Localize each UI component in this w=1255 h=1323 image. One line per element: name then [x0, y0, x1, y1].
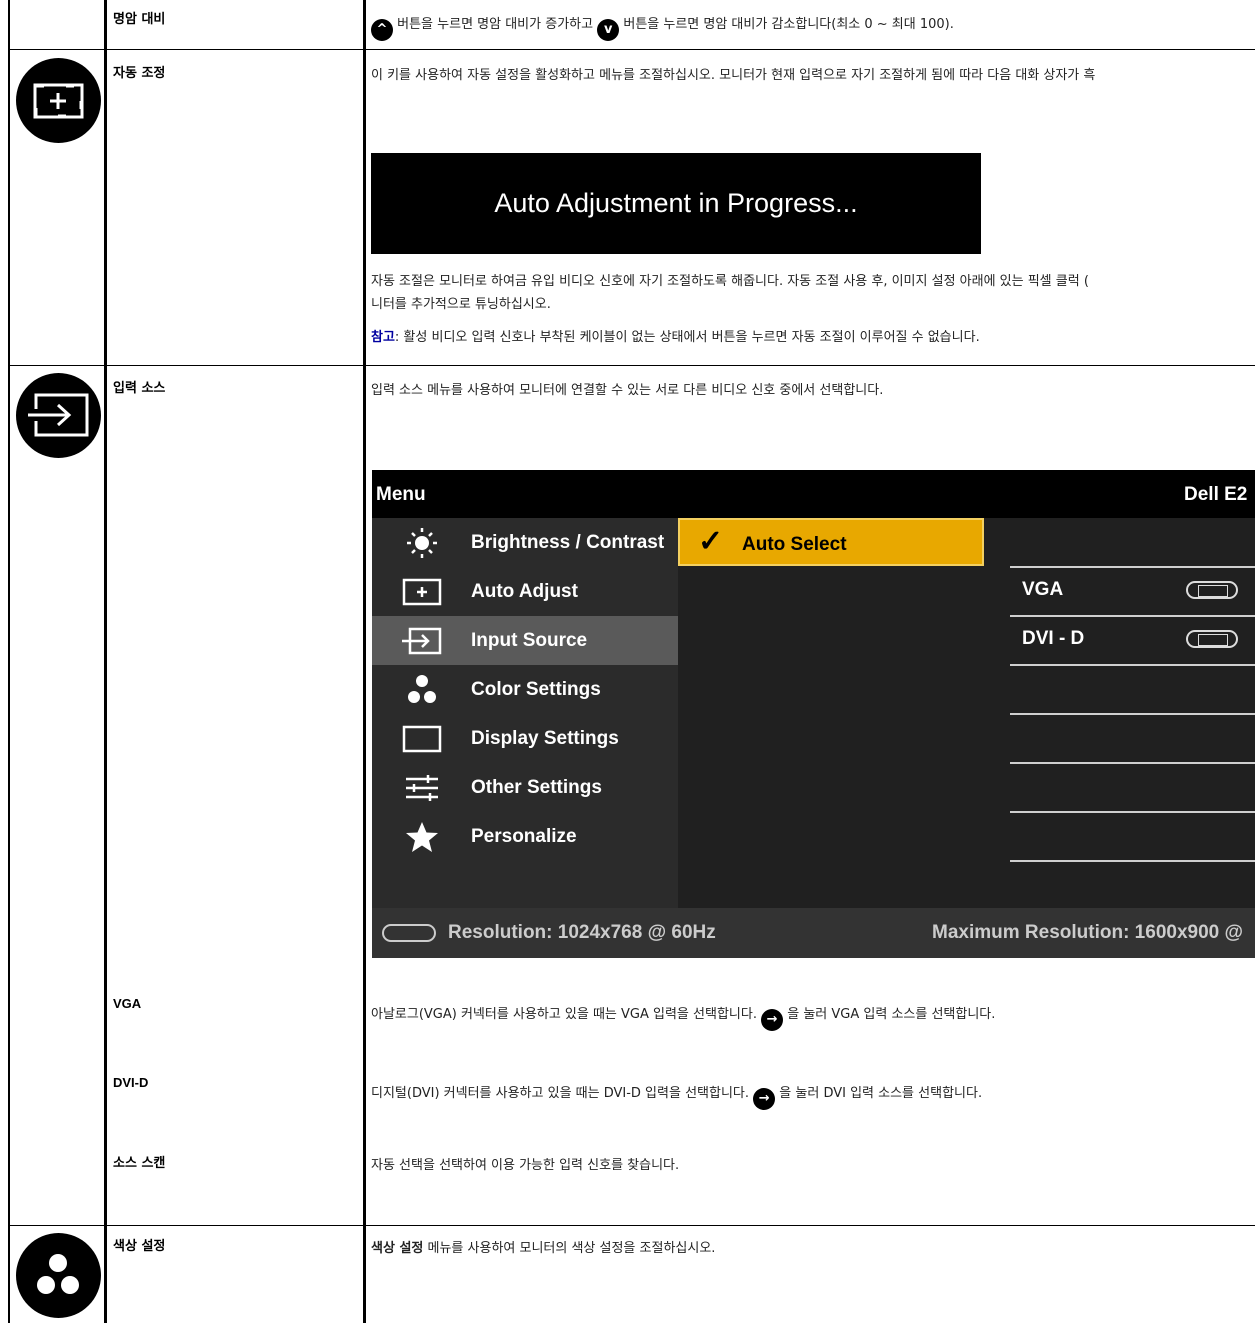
osd-menu-color-settings: Color Settings	[372, 665, 678, 714]
source-scan-label: 소스 스캔	[113, 1156, 166, 1171]
dvi-desc-part2: 을 눌러 DVI 입력 소스를 선택합니다.	[779, 1086, 983, 1101]
osd-menu-label: Other Settings	[471, 777, 602, 798]
color-settings-label: 색상 설정	[113, 1239, 166, 1254]
table-col-divider-2	[363, 0, 366, 1323]
osd-menu-label: Display Settings	[471, 728, 619, 749]
dvi-connector-icon	[1186, 630, 1238, 648]
osd-menu-other-settings: Other Settings	[372, 763, 678, 812]
right-arrow-icon: →	[761, 1009, 784, 1031]
osd-menu-list: Brightness / Contrast Auto Adjust Input …	[372, 518, 678, 908]
color-settings-description: 색상 설정 메뉴를 사용하여 모니터의 색상 설정을 조절하십시오.	[371, 1237, 715, 1256]
auto-adjust-icon	[16, 58, 101, 143]
osd-menu-label: Input Source	[471, 630, 588, 651]
osd-option-row	[1010, 812, 1255, 862]
osd-options-panel: VGA DVI - D	[678, 518, 1255, 908]
down-arrow-icon: v	[597, 19, 620, 41]
osd-option-row	[1010, 518, 1255, 568]
osd-footer: Resolution: 1024x768 @ 60Hz Maximum Reso…	[372, 908, 1255, 958]
row-divider	[9, 49, 1255, 50]
osd-option-vga: VGA	[1010, 567, 1255, 617]
table-left-border	[8, 0, 10, 1323]
osd-menu-brightness-contrast: Brightness / Contrast	[372, 518, 678, 567]
input-source-icon	[16, 373, 101, 458]
vga-label: VGA	[113, 996, 142, 1011]
star-icon	[406, 822, 438, 852]
osd-option-row	[1010, 763, 1255, 813]
osd-menu-label: Brightness / Contrast	[471, 532, 665, 553]
contrast-label: 명암 대비	[113, 12, 166, 27]
contrast-desc-part1: 버튼을 누르면 명암 대비가 증가하고	[397, 17, 594, 32]
color-dots-icon	[408, 675, 436, 703]
auto-adjust-note: 참고: 활성 비디오 입력 신호나 부착된 케이블이 없는 상태에서 버튼을 누…	[371, 326, 980, 345]
osd-menu-display-settings: Display Settings	[372, 714, 678, 763]
osd-title: Menu	[376, 484, 426, 505]
input-source-icon	[402, 627, 442, 655]
auto-adjust-icon	[402, 578, 442, 606]
color-settings-bold: 색상 설정	[371, 1241, 424, 1256]
auto-adjust-banner: Auto Adjustment in Progress...	[371, 153, 981, 254]
right-arrow-icon: →	[753, 1088, 776, 1110]
osd-option-row	[1010, 714, 1255, 764]
vga-description: 아날로그(VGA) 커넥터를 사용하고 있을 때는 VGA 입력을 선택합니다.…	[371, 1003, 995, 1031]
dvi-desc-part1: 디지털(DVI) 커넥터를 사용하고 있을 때는 DVI-D 입력을 선택합니다…	[371, 1086, 750, 1101]
osd-option-label: VGA	[1022, 579, 1064, 600]
table-col-divider-1	[104, 0, 107, 1323]
vga-connector-icon	[382, 924, 436, 942]
osd-option-auto-select: ✓ Auto Select	[678, 518, 984, 566]
auto-adjust-label: 자동 조정	[113, 66, 166, 81]
input-source-label: 입력 소스	[113, 381, 166, 396]
contrast-description: ^ 버튼을 누르면 명암 대비가 증가하고 v 버튼을 누르면 명암 대비가 감…	[371, 13, 954, 41]
vga-desc-part1: 아날로그(VGA) 커넥터를 사용하고 있을 때는 VGA 입력을 선택합니다.	[371, 1007, 757, 1022]
dvi-label: DVI-D	[113, 1075, 149, 1090]
osd-option-dvi: DVI - D	[1010, 616, 1255, 666]
auto-adjust-desc2-line2: 니터를 추가적으로 튜닝하십시오.	[371, 297, 551, 312]
sliders-icon	[406, 775, 438, 801]
osd-max-resolution: Maximum Resolution: 1600x900 @	[932, 922, 1244, 943]
auto-adjust-description: 이 키를 사용하여 자동 설정을 활성화하고 메뉴를 조절하십시오. 모니터가 …	[371, 68, 1096, 83]
row-divider	[9, 365, 1255, 366]
osd-resolution: Resolution: 1024x768 @ 60Hz	[448, 922, 716, 943]
osd-header: Menu Dell E2	[372, 470, 1255, 518]
up-arrow-icon: ^	[371, 19, 393, 41]
osd-menu-personalize: Personalize	[372, 812, 678, 861]
osd-option-row	[1010, 665, 1255, 715]
display-rect-icon	[402, 725, 442, 753]
source-scan-description: 자동 선택을 선택하여 이용 가능한 입력 신호를 찾습니다.	[371, 1158, 680, 1173]
osd-menu-auto-adjust: Auto Adjust	[372, 567, 678, 616]
osd-menu-label: Auto Adjust	[471, 581, 578, 602]
osd-model: Dell E2	[1184, 484, 1248, 505]
sun-icon	[407, 528, 437, 558]
checkmark-icon: ✓	[698, 525, 724, 558]
osd-menu-input-source: Input Source	[372, 616, 678, 665]
osd-menu-label: Color Settings	[471, 679, 601, 700]
vga-desc-part2: 을 눌러 VGA 입력 소스를 선택합니다.	[787, 1007, 996, 1022]
contrast-desc-part2: 버튼을 누르면 명암 대비가 감소합니다(최소 0 ~ 최대 100).	[623, 17, 954, 32]
row-divider	[9, 1225, 1255, 1226]
vga-connector-icon	[1186, 581, 1238, 599]
osd-option-selected-label: Auto Select	[742, 534, 847, 555]
color-settings-text: 메뉴를 사용하여 모니터의 색상 설정을 조절하십시오.	[423, 1241, 716, 1256]
osd-menu-label: Personalize	[471, 826, 577, 847]
input-source-description: 입력 소스 메뉴를 사용하여 모니터에 연결할 수 있는 서로 다른 비디오 신…	[371, 383, 884, 398]
dvi-description: 디지털(DVI) 커넥터를 사용하고 있을 때는 DVI-D 입력을 선택합니다…	[371, 1082, 982, 1110]
osd-option-label: DVI - D	[1022, 628, 1085, 649]
note-text: : 활성 비디오 입력 신호나 부착된 케이블이 없는 상태에서 버튼을 누르면…	[394, 330, 980, 345]
osd-menu-screenshot: Menu Dell E2 Brightness / Contrast Auto …	[372, 470, 1255, 958]
color-settings-icon	[16, 1233, 101, 1318]
note-title: 참고	[371, 330, 395, 345]
auto-adjust-desc2-line1: 자동 조절은 모니터로 하여금 유입 비디오 신호에 자기 조절하도록 해줍니다…	[371, 274, 1089, 289]
